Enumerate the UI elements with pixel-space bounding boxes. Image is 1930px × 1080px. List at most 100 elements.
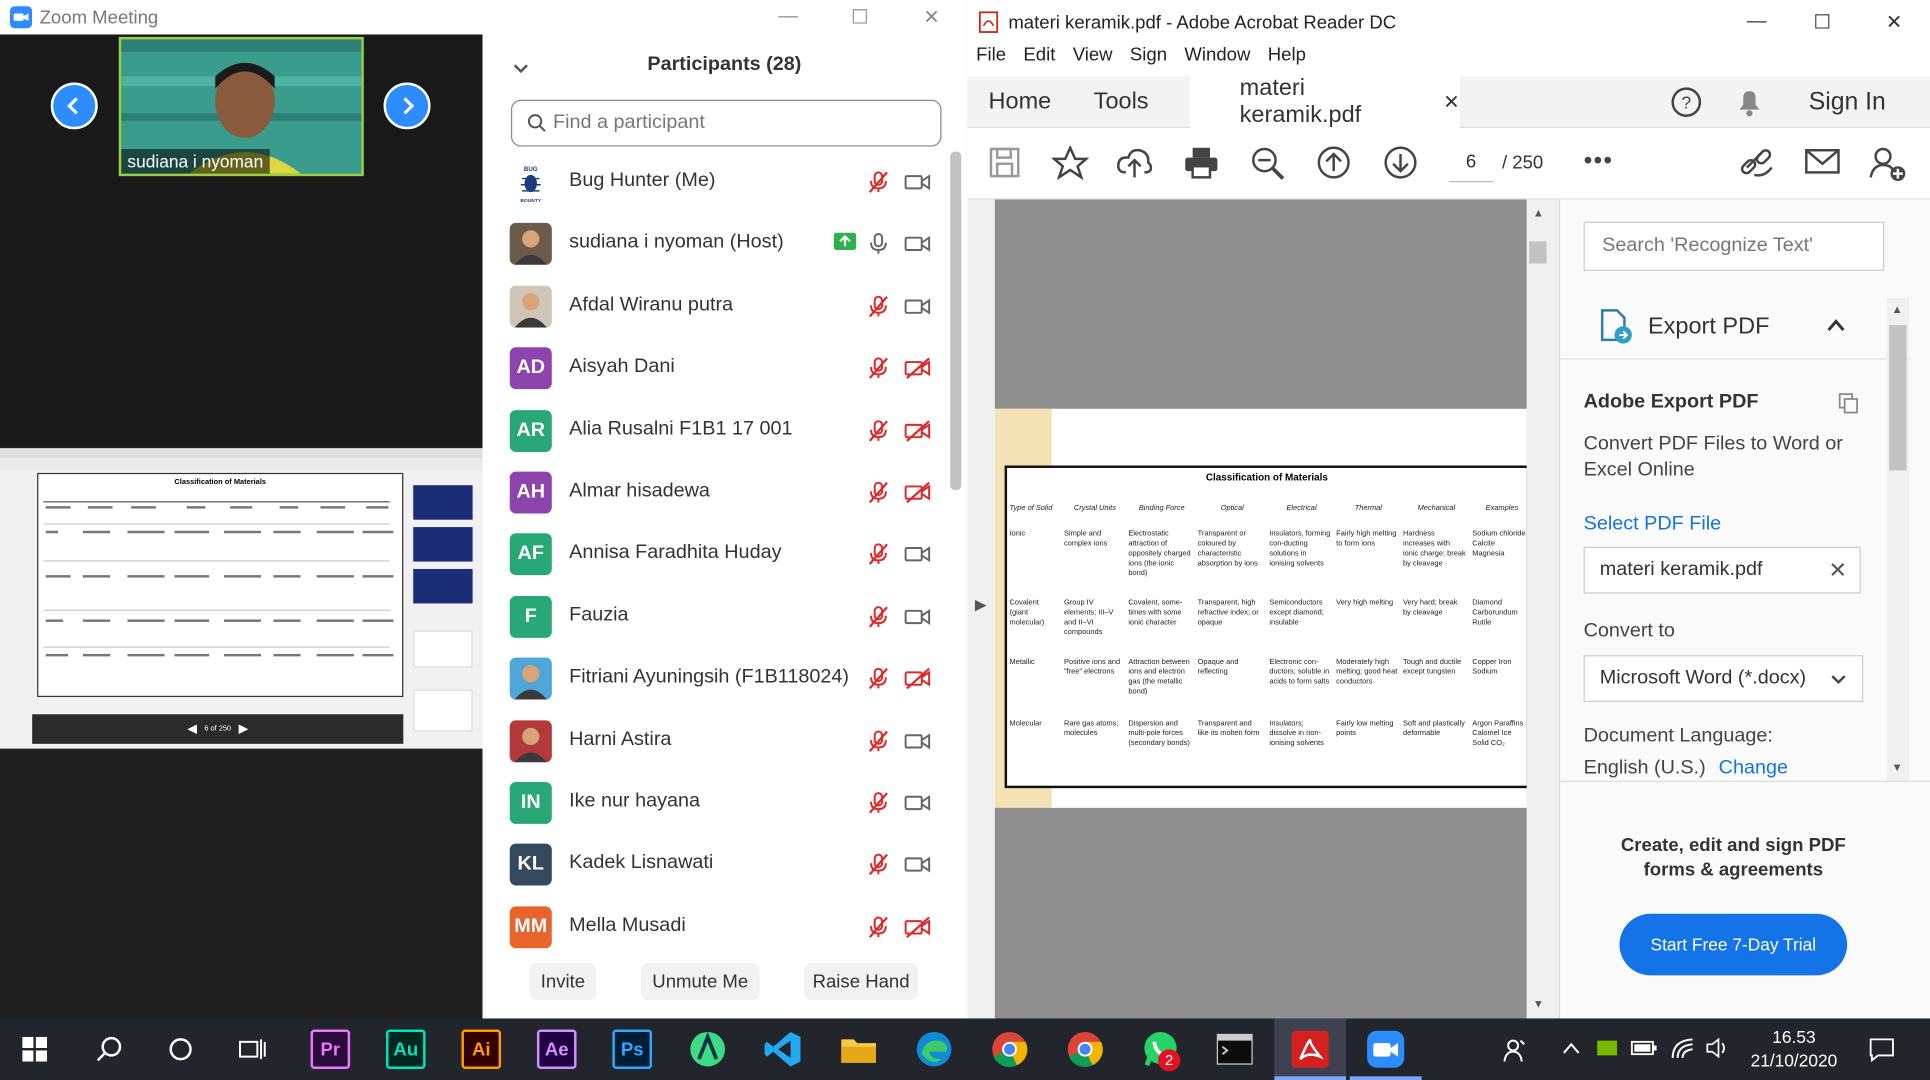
participant-row[interactable]: AH Almar hisadewa (483, 462, 967, 524)
menu-sign[interactable]: Sign (1130, 44, 1167, 76)
microphone-muted-icon[interactable] (866, 729, 891, 754)
illustrator-icon[interactable]: Ai (461, 1029, 502, 1069)
after-effects-icon[interactable]: Ae (536, 1029, 577, 1069)
print-icon[interactable] (1183, 145, 1220, 179)
tools-pane-scrollbar[interactable]: ▲ ▼ (1886, 298, 1909, 781)
cortana-icon[interactable] (168, 1037, 193, 1062)
video-camera-icon[interactable] (904, 542, 931, 567)
action-center-icon[interactable] (1868, 1036, 1895, 1063)
close-icon[interactable]: ✕ (903, 0, 960, 34)
close-icon[interactable]: ✕ (1866, 5, 1923, 39)
show-hidden-icons-icon[interactable] (1561, 1041, 1581, 1056)
video-camera-icon[interactable] (904, 853, 931, 878)
select-pdf-file-link[interactable]: Select PDF File (1584, 514, 1722, 536)
wifi-icon[interactable] (1670, 1036, 1695, 1061)
participant-row[interactable]: F Fauzia (483, 586, 967, 648)
chevron-up-icon[interactable] (1826, 318, 1846, 333)
zoom-out-icon[interactable] (1250, 145, 1287, 182)
raise-hand-button[interactable]: Raise Hand (804, 963, 919, 1000)
video-off-icon[interactable] (904, 418, 931, 443)
zoom-taskbar-item[interactable] (1349, 1018, 1422, 1080)
participant-row[interactable]: AF Annisa Faradhita Huday (483, 524, 967, 586)
microphone-muted-icon[interactable] (866, 604, 891, 629)
microphone-muted-icon[interactable] (866, 170, 891, 195)
maximize-icon[interactable]: ☐ (1794, 5, 1851, 39)
terminal-icon[interactable] (1216, 1032, 1253, 1066)
participant-row[interactable]: MM Mella Musadi (483, 896, 967, 958)
invite-button[interactable]: Invite (529, 963, 597, 1000)
clear-file-icon[interactable]: ✕ (1828, 558, 1847, 584)
minimize-icon[interactable]: — (1728, 5, 1785, 39)
maximize-icon[interactable]: ☐ (831, 0, 888, 34)
video-camera-icon[interactable] (904, 604, 931, 629)
tab-home[interactable]: Home (989, 76, 1052, 128)
bookmark-star-icon[interactable] (1051, 145, 1089, 180)
windows-start-icon[interactable] (22, 1036, 48, 1062)
page-number-input[interactable]: 6 (1448, 143, 1494, 183)
people-icon[interactable] (1502, 1037, 1529, 1064)
next-page-icon[interactable] (1383, 145, 1418, 179)
audition-icon[interactable]: Au (386, 1029, 426, 1069)
tab-tools[interactable]: Tools (1094, 76, 1149, 128)
participant-row[interactable]: IN Ike nur hayana (483, 772, 967, 834)
tab-document[interactable]: materi keramik.pdf ✕ (1190, 75, 1460, 129)
microphone-muted-icon[interactable] (866, 853, 891, 878)
participant-row[interactable]: KL Kadek Lisnawati (483, 834, 967, 896)
unmute-me-button[interactable]: Unmute Me (640, 963, 760, 1000)
participant-row[interactable]: Fitriani Ayuningsih (F1B118024) (483, 648, 967, 710)
menu-edit[interactable]: Edit (1023, 44, 1055, 76)
task-view-icon[interactable] (239, 1036, 266, 1063)
save-icon[interactable] (987, 145, 1022, 179)
participant-row[interactable]: sudiana i nyoman (Host) (483, 214, 967, 276)
video-camera-icon[interactable] (904, 170, 931, 195)
menu-help[interactable]: Help (1268, 44, 1306, 76)
participant-search-input[interactable]: Find a participant (510, 99, 942, 147)
video-camera-icon[interactable] (904, 232, 931, 257)
edge-icon[interactable] (914, 1030, 954, 1069)
expand-left-pane-icon[interactable]: ▶ (975, 596, 986, 613)
document-scrollbar[interactable]: ▲ ▼ (1526, 199, 1549, 1019)
next-page-button[interactable] (383, 82, 431, 130)
menu-window[interactable]: Window (1184, 44, 1250, 76)
video-camera-icon[interactable] (904, 294, 931, 319)
participant-list-scrollbar[interactable] (950, 151, 962, 491)
menu-file[interactable]: File (976, 44, 1006, 76)
microphone-muted-icon[interactable] (866, 294, 891, 319)
participant-row[interactable]: AR Alia Rusalni F1B1 17 001 (483, 400, 967, 462)
video-camera-icon[interactable] (904, 791, 931, 816)
minimize-icon[interactable]: — (760, 0, 817, 34)
upload-cloud-icon[interactable] (1116, 145, 1153, 179)
previous-page-button[interactable] (50, 82, 98, 130)
change-language-link[interactable]: Change (1719, 757, 1788, 778)
export-pdf-section-header[interactable]: Export PDF (1560, 291, 1912, 360)
microphone-muted-icon[interactable] (866, 418, 891, 443)
speaker-video-thumbnail[interactable]: sudiana i nyoman (118, 36, 364, 177)
microphone-muted-icon[interactable] (866, 542, 891, 567)
share-link-icon[interactable] (1737, 145, 1777, 179)
microphone-icon[interactable] (866, 232, 891, 257)
previous-page-icon[interactable] (1316, 145, 1351, 179)
android-studio-icon[interactable] (688, 1030, 728, 1069)
video-off-icon[interactable] (904, 480, 931, 505)
participant-row[interactable]: BUG BOUNTY Bug Hunter (Me) (483, 151, 967, 213)
notification-bell-icon[interactable] (1735, 86, 1765, 118)
photoshop-icon[interactable]: Ps (612, 1029, 653, 1069)
search-icon[interactable] (96, 1036, 124, 1063)
start-free-trial-button[interactable]: Start Free 7-Day Trial (1619, 913, 1848, 976)
microphone-muted-icon[interactable] (866, 480, 891, 505)
email-icon[interactable] (1804, 145, 1841, 177)
video-camera-icon[interactable] (904, 729, 931, 754)
convert-format-dropdown[interactable]: Microsoft Word (*.docx) (1583, 655, 1864, 702)
recognize-text-search-input[interactable]: Search 'Recognize Text' (1583, 221, 1885, 271)
participant-row[interactable]: Harni Astira (483, 710, 967, 772)
add-user-icon[interactable] (1868, 145, 1908, 182)
clock[interactable]: 16.53 21/10/2020 (1732, 1026, 1856, 1073)
video-off-icon[interactable] (904, 356, 931, 381)
microphone-muted-icon[interactable] (866, 356, 891, 381)
battery-icon[interactable] (1630, 1038, 1658, 1058)
sign-in-button[interactable]: Sign In (1809, 76, 1886, 128)
acrobat-taskbar-item[interactable] (1274, 1018, 1347, 1080)
participant-row[interactable]: Afdal Wiranu putra (483, 276, 967, 338)
chrome-icon[interactable] (990, 1030, 1030, 1069)
microphone-muted-icon[interactable] (866, 915, 891, 940)
